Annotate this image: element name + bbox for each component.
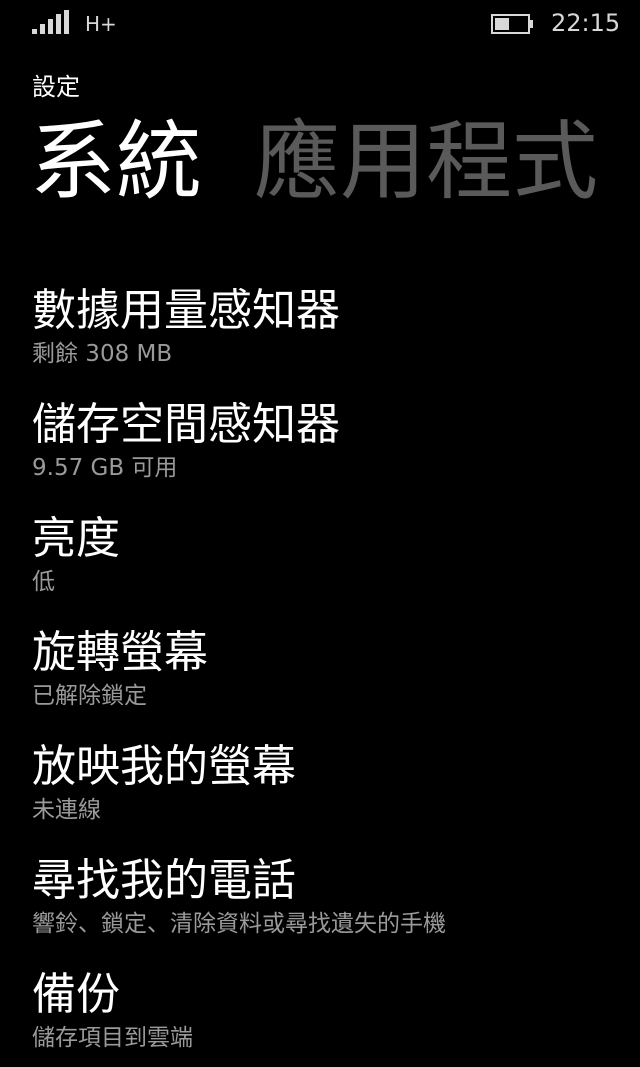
- pivot-header: 系統 應用程式: [30, 112, 640, 212]
- app-title: 設定: [32, 73, 80, 101]
- setting-data-sense[interactable]: 數據用量感知器 剩餘 308 MB: [32, 282, 622, 396]
- setting-backup[interactable]: 備份 儲存項目到雲端: [32, 966, 622, 1067]
- settings-screen: H+ 22:15 設定 系統 應用程式 數據用量感知器 剩餘 308 MB 儲存空…: [0, 0, 640, 1067]
- setting-subtitle: 低: [32, 569, 55, 595]
- setting-subtitle: 已解除鎖定: [32, 683, 147, 709]
- setting-subtitle: 響鈴、鎖定、清除資料或尋找遺失的手機: [32, 911, 446, 937]
- settings-list: 數據用量感知器 剩餘 308 MB 儲存空間感知器 9.57 GB 可用 亮度 …: [32, 282, 622, 1067]
- setting-screen-rotation[interactable]: 旋轉螢幕 已解除鎖定: [32, 624, 622, 738]
- status-bar: H+ 22:15: [0, 0, 640, 48]
- status-clock: 22:15: [551, 9, 621, 37]
- setting-title: 儲存空間感知器: [32, 399, 340, 450]
- battery-icon: [491, 14, 533, 34]
- setting-subtitle: 9.57 GB 可用: [32, 455, 178, 481]
- setting-title: 放映我的螢幕: [32, 741, 296, 792]
- setting-find-my-phone[interactable]: 尋找我的電話 響鈴、鎖定、清除資料或尋找遺失的手機: [32, 852, 622, 966]
- setting-subtitle: 儲存項目到雲端: [32, 1025, 193, 1051]
- setting-subtitle: 剩餘 308 MB: [32, 341, 173, 367]
- signal-strength-icon: [32, 10, 69, 34]
- setting-title: 亮度: [32, 513, 120, 564]
- setting-title: 數據用量感知器: [32, 285, 340, 336]
- tab-system[interactable]: 系統: [30, 112, 202, 212]
- setting-title: 備份: [32, 969, 120, 1020]
- setting-storage-sense[interactable]: 儲存空間感知器 9.57 GB 可用: [32, 396, 622, 510]
- setting-brightness[interactable]: 亮度 低: [32, 510, 622, 624]
- setting-project-my-screen[interactable]: 放映我的螢幕 未連線: [32, 738, 622, 852]
- setting-title: 尋找我的電話: [32, 855, 296, 906]
- network-type-indicator: H+: [85, 12, 117, 36]
- tab-applications[interactable]: 應用程式: [254, 112, 598, 212]
- setting-subtitle: 未連線: [32, 797, 101, 823]
- setting-title: 旋轉螢幕: [32, 627, 208, 678]
